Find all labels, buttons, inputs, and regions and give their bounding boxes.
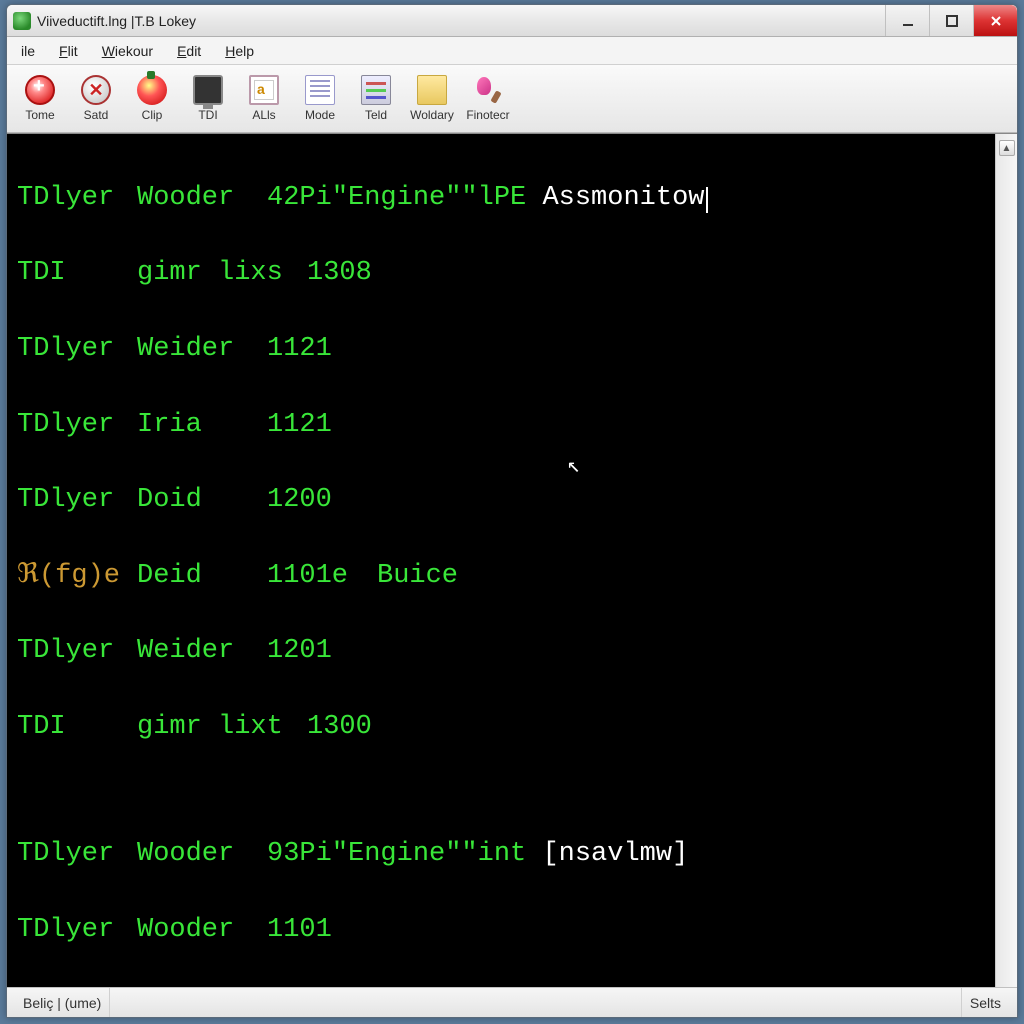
term-cell: 1200 — [267, 485, 332, 515]
term-cell: 1300 — [307, 712, 372, 742]
tool-label: Woldary — [410, 108, 454, 122]
tomato-icon — [137, 75, 167, 105]
term-cell: Buice — [377, 561, 458, 591]
close-button[interactable] — [973, 5, 1017, 36]
term-cell: TDlyer — [17, 633, 137, 671]
menu-wiekour[interactable]: Wiekour — [90, 40, 165, 62]
toolbar: Tome ✕ Satd Clip TDI a ALls Mode Teld Wo… — [7, 65, 1017, 133]
term-cell: TDI — [17, 255, 137, 293]
titlebar: Viiveductift.lng |T.B Lokey — [7, 5, 1017, 37]
tool-clip[interactable]: Clip — [125, 70, 179, 128]
minimize-button[interactable] — [885, 5, 929, 36]
term-cell: Wooder — [137, 836, 267, 874]
tool-teld[interactable]: Teld — [349, 70, 403, 128]
tool-label: Teld — [365, 108, 387, 122]
menu-help[interactable]: Help — [213, 40, 266, 62]
term-cell: Weider — [137, 331, 267, 369]
app-icon — [13, 12, 31, 30]
maximize-icon — [945, 14, 959, 28]
stop-icon — [25, 75, 55, 105]
terminal-output[interactable]: TDlyerWooder42Pi"Engine""lPE Assmonitow … — [7, 134, 995, 987]
close-icon — [989, 14, 1003, 28]
statusbar: Beliç | (ume) Selts — [7, 987, 1017, 1017]
minimize-icon — [901, 14, 915, 28]
tool-label: Finotecr — [466, 108, 509, 122]
maximize-button[interactable] — [929, 5, 973, 36]
term-cell: "Engine""lPE — [332, 183, 526, 213]
term-cell: 1121 — [267, 410, 332, 440]
tool-label: Tome — [25, 108, 54, 122]
term-cell: Weider — [137, 633, 267, 671]
term-cell: Deid — [137, 558, 267, 596]
mouse-cursor-icon: ↖ — [567, 452, 580, 483]
tool-label: Satd — [84, 108, 109, 122]
scroll-up-icon[interactable]: ▲ — [999, 140, 1015, 156]
menu-ile[interactable]: ile — [9, 40, 47, 62]
tool-tome[interactable]: Tome — [13, 70, 67, 128]
slider-icon — [361, 75, 391, 105]
status-left: Beliç | (ume) — [15, 988, 110, 1017]
term-cell: Doid — [137, 482, 267, 520]
term-cell: "Engine""int — [332, 839, 526, 869]
tool-label: TDI — [198, 108, 217, 122]
x-icon: ✕ — [81, 75, 111, 105]
brush-icon — [473, 75, 503, 105]
term-cell: gimr lixs — [137, 255, 307, 293]
term-cell: TDlyer — [17, 482, 137, 520]
terminal-container: TDlyerWooder42Pi"Engine""lPE Assmonitow … — [7, 133, 1017, 987]
status-right[interactable]: Selts — [961, 988, 1009, 1017]
term-cell: ℜ(fg)e — [17, 558, 137, 596]
term-cell: Assmonitow — [542, 183, 704, 213]
tool-finotecr[interactable]: Finotecr — [461, 70, 515, 128]
menubar: ile Flit Wiekour Edit Help — [7, 37, 1017, 65]
tool-label: Mode — [305, 108, 335, 122]
term-cell: TDI — [17, 709, 137, 747]
term-cell: 1201 — [267, 636, 332, 666]
term-cell: 1308 — [307, 258, 372, 288]
window-title: Viiveductift.lng |T.B Lokey — [37, 13, 885, 29]
tool-satd[interactable]: ✕ Satd — [69, 70, 123, 128]
tool-alls[interactable]: a ALls — [237, 70, 291, 128]
term-cell: Iria — [137, 407, 267, 445]
tool-mode[interactable]: Mode — [293, 70, 347, 128]
app-window: Viiveductift.lng |T.B Lokey ile Flit Wie… — [6, 4, 1018, 1018]
term-cell: 1101e — [267, 558, 377, 596]
term-cell: TDlyer — [17, 180, 137, 218]
tool-tdi[interactable]: TDI — [181, 70, 235, 128]
term-cell: Wooder — [137, 180, 267, 218]
term-cell: 93Pi — [267, 839, 332, 869]
term-cell: TDlyer — [17, 912, 137, 950]
term-cell: 1121 — [267, 334, 332, 364]
monitor-icon — [193, 75, 223, 105]
term-cell: 42Pi — [267, 183, 332, 213]
text-cursor — [706, 187, 708, 213]
term-cell: 1101 — [267, 915, 332, 945]
tool-label: Clip — [142, 108, 163, 122]
term-cell: TDlyer — [17, 836, 137, 874]
term-cell: TDlyer — [17, 331, 137, 369]
term-cell: Wooder — [137, 912, 267, 950]
folder-icon — [417, 75, 447, 105]
menu-flit[interactable]: Flit — [47, 40, 90, 62]
page-icon — [305, 75, 335, 105]
window-controls — [885, 5, 1017, 36]
vertical-scrollbar[interactable]: ▲ — [995, 134, 1017, 987]
tool-label: ALls — [252, 108, 275, 122]
term-cell: TDlyer — [17, 407, 137, 445]
term-cell: [nsavlmw] — [542, 839, 688, 869]
term-cell: gimr lixt — [137, 709, 307, 747]
menu-edit[interactable]: Edit — [165, 40, 213, 62]
doc-a-icon: a — [249, 75, 279, 105]
tool-woldary[interactable]: Woldary — [405, 70, 459, 128]
